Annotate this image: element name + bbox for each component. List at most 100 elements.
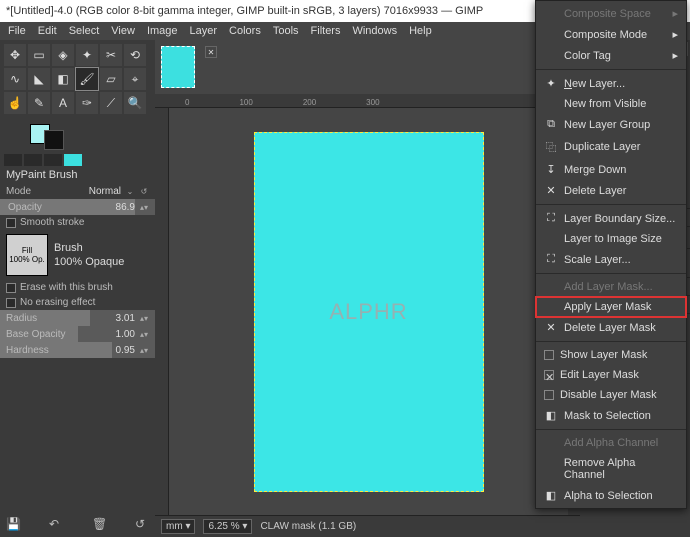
mode-row[interactable]: Mode Normal ⌄ ↺	[0, 184, 155, 199]
menu-item-delete-layer[interactable]: ✕Delete Layer	[536, 180, 686, 201]
menu-colors[interactable]: Colors	[229, 25, 261, 37]
save-tool-preset-icon[interactable]: 💾	[6, 517, 20, 531]
menu-item-label: Mask to Selection	[564, 410, 651, 422]
radius-slider[interactable]: Radius 3.01 ▴▾	[0, 310, 155, 326]
brush-preview[interactable]: Fill 100% Op.	[6, 234, 48, 276]
mode-value: Normal	[89, 186, 121, 197]
menu-image[interactable]: Image	[147, 25, 178, 37]
menu-item-label: Edit Layer Mask	[560, 369, 639, 381]
menu-item-disable-layer-mask[interactable]: Disable Layer Mask	[536, 385, 686, 405]
zoom-select[interactable]: 6.25 % ▾	[203, 519, 252, 534]
tool-text[interactable]: A	[52, 92, 74, 114]
opacity-slider[interactable]: Opacity 86.9 ▴▾	[0, 199, 155, 215]
ruler-vertical	[155, 108, 169, 515]
tool-warp[interactable]: ∿	[4, 68, 26, 90]
menu-item-label: Scale Layer...	[564, 254, 631, 266]
menu-file[interactable]: File	[8, 25, 26, 37]
menu-item-label: Composite Space	[564, 8, 651, 20]
tab-tool-options[interactable]	[4, 154, 22, 166]
menu-select[interactable]: Select	[69, 25, 100, 37]
tool-free-select[interactable]: ◈	[52, 44, 74, 66]
tool-eraser[interactable]: ▱	[100, 68, 122, 90]
mode-reset-icon[interactable]: ↺	[139, 187, 149, 196]
tab-device[interactable]	[24, 154, 42, 166]
tab-images[interactable]	[44, 154, 62, 166]
tool-crop[interactable]: ✂	[100, 44, 122, 66]
image-tab-close[interactable]: ✕	[205, 46, 217, 58]
color-swatches[interactable]	[0, 118, 155, 152]
menu-item-label: Layer to Image Size	[564, 233, 662, 245]
tool-zoom[interactable]: 🔍	[124, 92, 146, 114]
bg-color-swatch[interactable]	[44, 130, 64, 150]
menu-item-label: Delete Layer	[564, 185, 626, 197]
menu-item-edit-layer-mask[interactable]: Edit Layer Mask	[536, 365, 686, 385]
restore-tool-preset-icon[interactable]: ↶	[49, 517, 63, 531]
mode-label: Mode	[6, 186, 85, 197]
menu-item-new-layer[interactable]: ✦ New Layer...	[536, 73, 686, 94]
menu-item-new-layer-group[interactable]: ⧉New Layer Group	[536, 114, 686, 135]
tool-rect-select[interactable]: ▭	[28, 44, 50, 66]
menu-item-layer-to-image-size[interactable]: Layer to Image Size	[536, 229, 686, 249]
menu-item-delete-layer-mask[interactable]: ✕Delete Layer Mask	[536, 317, 686, 338]
opacity-label: Opacity	[6, 202, 95, 213]
hardness-slider[interactable]: Hardness 0.95 ▴▾	[0, 342, 155, 358]
menu-item-remove-alpha-channel[interactable]: Remove Alpha Channel	[536, 453, 686, 485]
statusbar: mm ▾ 6.25 % ▾ CLAW mask (1.1 GB)	[155, 515, 580, 537]
canvas-page[interactable]: ALPHR	[254, 132, 484, 492]
menu-filters[interactable]: Filters	[311, 25, 341, 37]
image-tab-thumb[interactable]	[161, 46, 195, 88]
menu-item-icon: ⿻	[544, 139, 558, 155]
menu-item-merge-down[interactable]: ↧Merge Down	[536, 159, 686, 180]
base-opacity-slider[interactable]: Base Opacity 1.00 ▴▾	[0, 326, 155, 342]
menu-item-color-tag[interactable]: Color Tag▸	[536, 45, 686, 66]
menu-item-icon: ⧉	[544, 118, 558, 131]
menu-item-alpha-to-selection[interactable]: ◧Alpha to Selection	[536, 485, 686, 506]
menu-edit[interactable]: Edit	[38, 25, 57, 37]
tab-current[interactable]	[64, 154, 82, 166]
delete-tool-preset-icon[interactable]: 🗑	[92, 517, 106, 531]
no-erase-check[interactable]: No erasing effect	[0, 295, 155, 310]
tool-transform[interactable]: ⟲	[124, 44, 146, 66]
menu-item-apply-layer-mask[interactable]: Apply Layer Mask	[536, 297, 686, 317]
menu-item-label: Duplicate Layer	[564, 141, 640, 153]
tool-smudge[interactable]: ☝	[4, 92, 26, 114]
menu-item-composite-mode[interactable]: Composite Mode▸	[536, 24, 686, 45]
tool-options-title: MyPaint Brush	[0, 166, 155, 184]
layer-context-menu[interactable]: Composite Space▸Composite Mode▸Color Tag…	[535, 0, 687, 509]
mode-dropdown-icon[interactable]: ⌄	[125, 187, 135, 196]
unit-select[interactable]: mm ▾	[161, 519, 195, 534]
menu-item-mask-to-selection[interactable]: ◧ Mask to Selection	[536, 405, 686, 426]
tool-measure[interactable]: ⟋	[100, 92, 122, 114]
menu-item-layer-boundary-size[interactable]: ⛶Layer Boundary Size...	[536, 208, 686, 229]
opacity-spin[interactable]: ▴▾	[139, 203, 149, 212]
menu-item-new-from-visible[interactable]: New from Visible	[536, 94, 686, 114]
menu-item-duplicate-layer[interactable]: ⿻ Duplicate Layer	[536, 135, 686, 159]
menu-help[interactable]: Help	[409, 25, 432, 37]
menu-item-icon: ✦	[544, 77, 558, 90]
tool-clone[interactable]: ⌖	[124, 68, 146, 90]
left-dock-tabs[interactable]	[0, 152, 155, 166]
erase-brush-check[interactable]: Erase with this brush	[0, 280, 155, 295]
canvas-viewport[interactable]: ALPHR	[169, 108, 568, 515]
tool-bucket[interactable]: ◣	[28, 68, 50, 90]
tool-fuzzy-select[interactable]: ✦	[76, 44, 98, 66]
menu-item-label: New Layer...	[564, 78, 625, 90]
menu-tools[interactable]: Tools	[273, 25, 299, 37]
tool-mypaint-brush[interactable]: 🖌	[76, 68, 98, 90]
status-file: CLAW mask (1.1 GB)	[260, 521, 356, 532]
opacity-value: 86.9	[99, 202, 135, 213]
brush-label: Brush	[54, 242, 124, 254]
tool-gradient[interactable]: ◧	[52, 68, 74, 90]
tool-path[interactable]: ✎	[28, 92, 50, 114]
menu-windows[interactable]: Windows	[352, 25, 397, 37]
menu-layer[interactable]: Layer	[190, 25, 218, 37]
tool-color-pick[interactable]: ✑	[76, 92, 98, 114]
menu-item-scale-layer[interactable]: ⛶Scale Layer...	[536, 249, 686, 270]
tool-move[interactable]: ✥	[4, 44, 26, 66]
menu-view[interactable]: View	[111, 25, 135, 37]
menu-item-add-alpha-channel: Add Alpha Channel	[536, 433, 686, 453]
menu-item-icon: ◧	[544, 409, 558, 422]
smooth-stroke-check[interactable]: Smooth stroke	[0, 215, 155, 230]
menu-item-show-layer-mask[interactable]: Show Layer Mask	[536, 345, 686, 365]
reset-tool-icon[interactable]: ↺	[135, 517, 149, 531]
